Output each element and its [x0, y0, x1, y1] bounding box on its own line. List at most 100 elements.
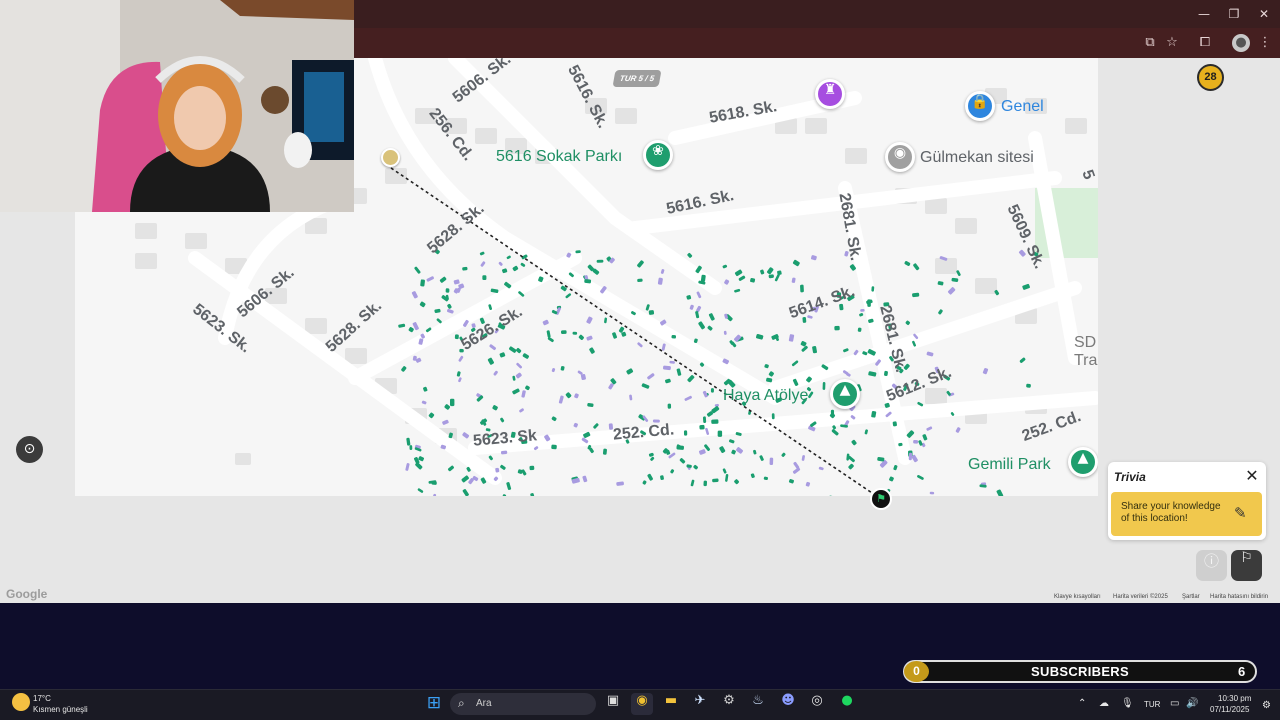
guess-mark	[411, 291, 418, 299]
guess-mark	[702, 416, 707, 423]
guess-mark	[498, 261, 503, 266]
guess-mark	[771, 413, 775, 420]
trivia-share-button[interactable]: Share your knowledge of this location! ✎	[1111, 492, 1262, 536]
weather-temp[interactable]: 17°C	[33, 694, 51, 703]
guess-mark	[512, 388, 520, 395]
player-avatar-marker[interactable]	[381, 148, 400, 167]
extensions-icon[interactable]: ⧠	[1196, 34, 1214, 52]
guess-mark	[913, 439, 919, 444]
tree-icon[interactable]: ▲	[830, 379, 860, 409]
guess-mark	[574, 393, 579, 399]
guess-mark	[421, 400, 427, 405]
guess-mark	[406, 437, 411, 446]
settings-gear-icon[interactable]: ⚙	[718, 693, 740, 715]
guess-mark	[530, 493, 535, 496]
guess-mark	[522, 353, 530, 359]
speaker-icon[interactable]: 🔊	[1186, 698, 1198, 709]
guess-mark	[717, 430, 723, 437]
weather-icon[interactable]	[12, 693, 30, 711]
guess-mark	[492, 405, 498, 411]
guess-mark	[690, 479, 695, 487]
attribution-link[interactable]: Harita hatasını bildirin	[1210, 594, 1268, 600]
steam-icon[interactable]: ♨	[747, 693, 769, 715]
guess-mark	[447, 308, 454, 314]
minimize-icon[interactable]: —	[1190, 4, 1218, 24]
chess-rook-icon[interactable]: ♜	[815, 79, 845, 109]
guess-mark	[769, 457, 774, 466]
steam-icon[interactable]: ✈	[689, 693, 711, 715]
guess-mark	[516, 347, 522, 354]
attribution-link[interactable]: Harita verileri ©2025	[1113, 594, 1168, 600]
location-pin-icon[interactable]: ⊙	[16, 436, 43, 463]
close-icon[interactable]: ✕	[1242, 467, 1262, 485]
subscriber-goal: 6	[1238, 664, 1246, 679]
guess-mark	[419, 301, 426, 308]
chevron-up-icon[interactable]: ⌃	[1078, 698, 1086, 709]
clock-time[interactable]: 10:30 pm	[1218, 694, 1251, 703]
guess-mark	[711, 419, 719, 424]
obs-icon[interactable]: ◎	[806, 693, 828, 715]
close-window-icon[interactable]: ✕	[1250, 4, 1278, 24]
more-icon[interactable]: ⋮	[1256, 34, 1274, 52]
guess-mark	[792, 259, 800, 267]
guess-mark	[867, 299, 871, 307]
guess-mark	[414, 266, 421, 274]
guess-mark	[428, 412, 435, 419]
tree-icon[interactable]: ▲	[1068, 447, 1098, 477]
star-icon[interactable]: ☆	[1163, 34, 1181, 52]
guess-mark	[679, 458, 686, 464]
language-indicator[interactable]: TUR	[1144, 700, 1160, 709]
guess-mark	[671, 334, 677, 339]
monitor-icon[interactable]: ▭	[1170, 698, 1179, 709]
guess-mark	[499, 352, 506, 358]
subscriber-label: SUBSCRIBERS	[1031, 664, 1129, 679]
guess-mark	[417, 488, 424, 493]
guess-mark	[686, 295, 692, 300]
attribution-link[interactable]: Klavye kısayolları	[1054, 594, 1101, 600]
guess-mark	[805, 481, 811, 487]
guess-mark	[456, 371, 461, 377]
flag-icon[interactable]: ⚑	[870, 488, 892, 510]
guess-mark	[586, 335, 593, 341]
task-view-icon[interactable]: ▣	[602, 693, 624, 715]
bookmark-button[interactable]: ⚐	[1231, 550, 1262, 581]
poi-atolye-label: Haya Atölye	[723, 387, 809, 404]
clock-date[interactable]: 07/11/2025	[1210, 705, 1249, 714]
park-icon[interactable]: ❀	[643, 140, 673, 170]
taskbar-search[interactable]: ⌕ Ara	[450, 693, 596, 715]
spotify-icon[interactable]: ●	[836, 693, 858, 715]
file-explorer-icon[interactable]: ▬	[660, 693, 682, 715]
screen-cast-icon[interactable]: ⧉	[1141, 34, 1159, 52]
location-pin-icon[interactable]: ◉	[885, 142, 915, 172]
info-button[interactable]: ⓘ	[1196, 550, 1227, 581]
search-placeholder: Ara	[476, 698, 492, 709]
guess-mark	[487, 357, 495, 365]
guess-mark	[982, 367, 989, 375]
guess-mark	[774, 273, 780, 282]
chrome-icon[interactable]: ◉	[631, 693, 653, 715]
windows-start-icon[interactable]: ⊞	[423, 693, 445, 715]
guess-mark	[479, 251, 485, 256]
weather-desc[interactable]: Kısmen güneşli	[33, 705, 88, 714]
profile-icon[interactable]: ●	[1232, 34, 1250, 52]
guess-mark	[860, 309, 865, 312]
discord-icon[interactable]: ☻	[777, 693, 799, 715]
cloud-icon[interactable]: ☁	[1099, 698, 1109, 709]
notification-icon[interactable]: ⚙	[1262, 700, 1271, 711]
guess-mark	[864, 429, 868, 435]
guess-mark	[489, 344, 497, 351]
guess-mark	[558, 395, 564, 404]
guess-mark	[801, 455, 805, 461]
attribution-link[interactable]: Şartlar	[1182, 594, 1200, 600]
guess-mark	[490, 288, 499, 294]
guess-mark	[908, 452, 913, 461]
guess-mark	[647, 473, 653, 481]
lock-icon[interactable]: 🔒	[965, 91, 995, 121]
poi-site-label: Gülmekan sitesi	[920, 149, 1034, 166]
guess-mark	[1022, 283, 1030, 290]
restore-icon[interactable]: ❐	[1220, 4, 1248, 24]
guess-mark	[488, 455, 493, 461]
guess-mark	[432, 493, 437, 496]
microphone-icon[interactable]: 🎙	[1121, 698, 1134, 709]
guess-mark	[572, 331, 578, 335]
